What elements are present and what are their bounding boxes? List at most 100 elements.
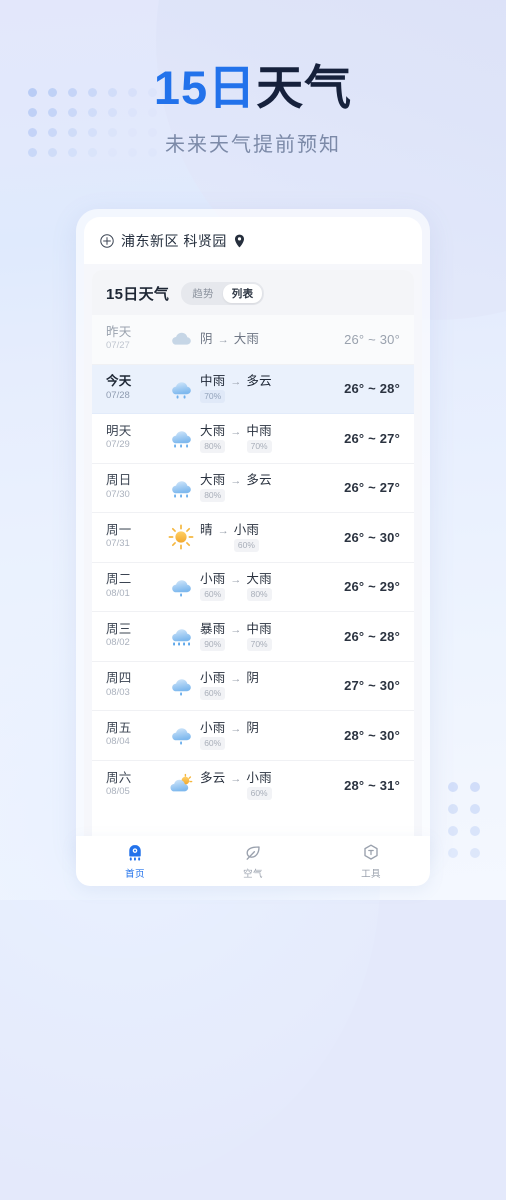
forecast-row[interactable]: 周四 08/03 小雨 60% → 阴 27° ~ 30° [92, 662, 414, 711]
condition-from-text: 中雨 [200, 374, 226, 389]
condition-to-text: 小雨 [233, 522, 260, 537]
precipitation-probability-badge: 90% [200, 637, 226, 651]
dot [470, 848, 480, 858]
condition-to-text: 阴 [246, 720, 260, 735]
forecast-day-column: 昨天 07/27 [106, 325, 162, 354]
condition-from: 暴雨 90% [200, 621, 226, 651]
tab-label: 首页 [125, 868, 145, 880]
phone-screen: 浦东新区 科贤园 15日天气 趋势 列表 昨天 07/27 阴 → 大雨 26° ~ 30°… [84, 217, 422, 854]
forecast-day-name: 周六 [106, 770, 132, 785]
forecast-row-list: 昨天 07/27 阴 → 大雨 26° ~ 30° 今天 07/28 中雨 70% → 多云 26° ~… [92, 315, 414, 854]
condition-transition: 暴雨 90% → 中雨 70% [200, 622, 272, 651]
forecast-day-name: 周三 [106, 621, 132, 636]
forecast-temperature-range: 26° ~ 30° [344, 331, 400, 347]
forecast-temperature-range: 26° ~ 27° [344, 480, 400, 496]
forecast-condition-column: 大雨 80% → 中雨 70% [162, 424, 316, 453]
forecast-day-column: 周六 08/05 [106, 771, 162, 800]
location-name: 浦东新区 科贤园 [121, 233, 227, 249]
forecast-row[interactable]: 周一 07/31 晴 → 小雨 60% 26° ~ 30° [92, 513, 414, 563]
sunny-icon [168, 524, 194, 550]
precipitation-probability-badge: 60% [200, 588, 226, 602]
forecast-temperature-range: 27° ~ 30° [344, 678, 400, 694]
light-rain-icon [168, 673, 194, 699]
bottom-tab-bar[interactable]: 首页 空气 工具 [76, 836, 430, 886]
segment-active-1[interactable]: 列表 [222, 284, 263, 303]
forecast-temperature-range: 26° ~ 28° [344, 628, 400, 644]
forecast-row[interactable]: 今天 07/28 中雨 70% → 多云 26° ~ 28° [92, 364, 414, 414]
forecast-day-date: 07/31 [106, 538, 130, 550]
forecast-condition-column: 大雨 80% → 多云 [162, 473, 316, 503]
forecast-row[interactable]: 周六 08/05 多云 → 小雨 60% 28° ~ 31° [92, 761, 414, 811]
transition-arrow-icon: → [217, 333, 229, 346]
condition-to: 中雨 70% [246, 621, 272, 651]
dot [470, 804, 480, 814]
transition-arrow-icon: → [217, 524, 229, 537]
tab-air[interactable]: 空气 [194, 843, 312, 880]
condition-from-text: 晴 [200, 522, 213, 537]
location-bar[interactable]: 浦东新区 科贤园 [84, 217, 422, 264]
moderate-rain-icon [168, 376, 194, 402]
condition-from: 晴 [200, 523, 213, 538]
location-pin-icon[interactable] [234, 234, 245, 248]
forecast-day-date: 07/29 [106, 439, 130, 451]
condition-to-text: 小雨 [246, 770, 272, 785]
forecast-condition-column: 多云 → 小雨 60% [162, 771, 316, 800]
tab-home[interactable]: 首页 [76, 843, 194, 880]
forecast-temperature-range: 26° ~ 30° [344, 529, 400, 545]
dot [448, 782, 458, 792]
forecast-day-column: 周四 08/03 [106, 671, 162, 700]
decorative-dot-grid-right [448, 782, 480, 858]
condition-from-text: 暴雨 [200, 621, 226, 636]
page-title: 15日天气 [0, 62, 506, 114]
forecast-temperature-range: 28° ~ 30° [344, 727, 400, 743]
precipitation-probability-badge: 80% [246, 588, 272, 602]
condition-from-text: 小雨 [200, 720, 226, 735]
forecast-temperature-range: 26° ~ 29° [344, 579, 400, 595]
dot [470, 782, 480, 792]
forecast-condition-column: 暴雨 90% → 中雨 70% [162, 622, 316, 651]
transition-arrow-icon: → [230, 574, 242, 587]
segment-inactive-0[interactable]: 趋势 [183, 284, 223, 303]
forecast-day-date: 07/30 [106, 488, 130, 500]
condition-transition: 阴 → 大雨 [200, 332, 259, 347]
forecast-row[interactable]: 周五 08/04 小雨 60% → 阴 28° ~ 30° [92, 711, 414, 761]
transition-arrow-icon: → [230, 673, 242, 686]
condition-transition: 大雨 80% → 中雨 70% [200, 424, 272, 453]
heavy-rain-icon [168, 475, 194, 501]
circle-plus-icon[interactable] [100, 234, 114, 248]
condition-to-text: 中雨 [246, 621, 272, 636]
heavy-rain-icon [168, 425, 194, 451]
transition-arrow-icon: → [230, 623, 242, 636]
forecast-condition-column: 晴 → 小雨 60% [162, 523, 316, 552]
forecast-row[interactable]: 周日 07/30 大雨 80% → 多云 26° ~ 27° [92, 464, 414, 513]
forecast-row[interactable]: 明天 07/29 大雨 80% → 中雨 70% 26° ~ 27° [92, 414, 414, 464]
condition-transition: 多云 → 小雨 60% [200, 771, 272, 800]
forecast-row[interactable]: 昨天 07/27 阴 → 大雨 26° ~ 30° [92, 315, 414, 365]
forecast-day-name: 周一 [106, 522, 132, 537]
condition-from: 小雨 60% [200, 720, 226, 750]
forecast-condition-column: 小雨 60% → 阴 [162, 721, 316, 750]
condition-from-text: 小雨 [200, 671, 226, 686]
view-mode-segmented-control[interactable]: 趋势 列表 [181, 282, 265, 305]
transition-arrow-icon: → [230, 475, 242, 488]
forecast-day-date: 07/28 [106, 389, 130, 401]
precipitation-probability-badge: 70% [200, 390, 226, 404]
condition-from: 小雨 60% [200, 671, 226, 701]
precipitation-probability-badge: 70% [246, 637, 272, 651]
tab-tools[interactable]: 工具 [312, 843, 430, 880]
dot [448, 848, 458, 858]
precipitation-probability-badge: 70% [246, 439, 272, 453]
forecast-row[interactable]: 周三 08/02 暴雨 90% → 中雨 70% 26° ~ 28° [92, 612, 414, 662]
condition-to: 大雨 80% [246, 572, 272, 602]
forecast-temperature-range: 26° ~ 27° [344, 430, 400, 446]
condition-transition: 中雨 70% → 多云 [200, 374, 272, 404]
forecast-row[interactable]: 周二 08/01 小雨 60% → 大雨 80% 26° ~ 29° [92, 563, 414, 612]
condition-from-text: 阴 [200, 331, 213, 346]
condition-from: 阴 [200, 332, 213, 347]
home-weather-icon [125, 843, 145, 863]
forecast-day-name: 周二 [106, 572, 132, 587]
forecast-condition-column: 小雨 60% → 大雨 80% [162, 572, 316, 602]
forecast-day-column: 周三 08/02 [106, 622, 162, 651]
forecast-temperature-range: 28° ~ 31° [344, 777, 400, 793]
condition-transition: 小雨 60% → 阴 [200, 671, 259, 701]
